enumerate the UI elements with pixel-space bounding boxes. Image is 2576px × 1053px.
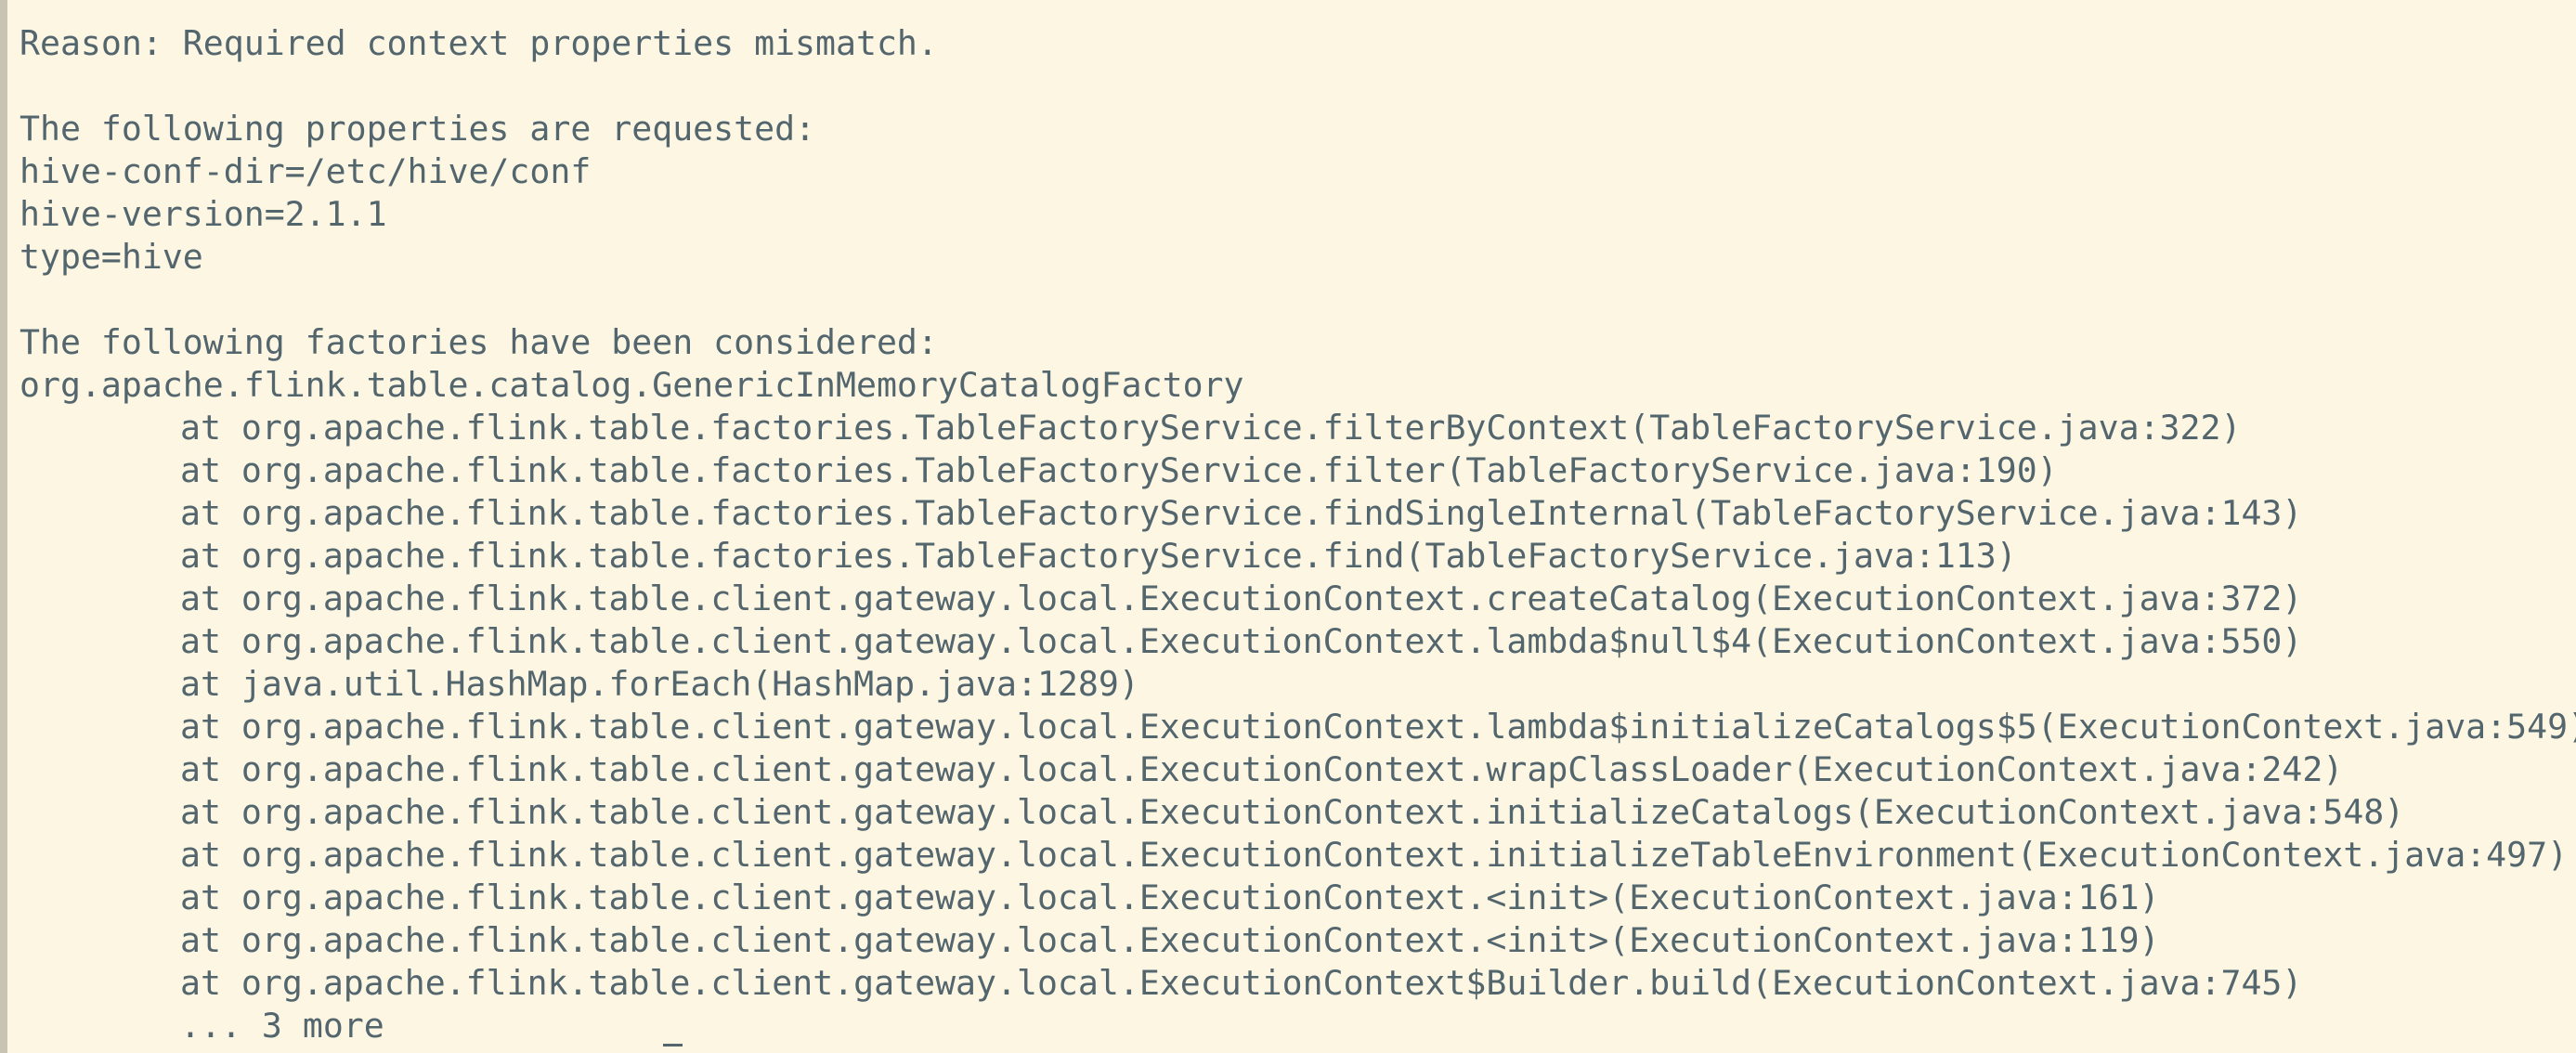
stack-frame: at org.apache.flink.table.client.gateway… [180, 621, 2303, 661]
property-line: hive-version=2.1.1 [20, 194, 387, 234]
terminal-output[interactable]: Reason: Required context properties mism… [0, 0, 2576, 1053]
factory-line: org.apache.flink.table.catalog.GenericIn… [20, 365, 1244, 405]
property-line: type=hive [20, 237, 203, 277]
stack-frame: at org.apache.flink.table.factories.Tabl… [180, 450, 2058, 490]
stack-frame: at java.util.HashMap.forEach(HashMap.jav… [180, 664, 1139, 704]
reason-line: Reason: Required context properties mism… [20, 23, 938, 63]
stack-frame: at org.apache.flink.table.client.gateway… [180, 749, 2344, 789]
stack-frame: at org.apache.flink.table.client.gateway… [180, 835, 2569, 875]
window-left-border [0, 0, 7, 1053]
stack-frame: at org.apache.flink.table.factories.Tabl… [180, 536, 2017, 576]
stack-frame: at org.apache.flink.table.client.gateway… [180, 963, 2303, 1003]
stack-frame: at org.apache.flink.table.factories.Tabl… [180, 408, 2242, 448]
factories-header: The following factories have been consid… [20, 322, 938, 362]
stack-frame: at org.apache.flink.table.client.gateway… [180, 578, 2303, 618]
more-frames-line: ... 3 more [180, 1006, 384, 1046]
property-line: hive-conf-dir=/etc/hive/conf [20, 151, 592, 191]
requested-properties-header: The following properties are requested: [20, 109, 816, 149]
text-cursor [663, 1044, 683, 1046]
stack-frame: at org.apache.flink.table.factories.Tabl… [180, 493, 2303, 533]
stack-frame: at org.apache.flink.table.client.gateway… [180, 920, 2160, 960]
stack-frame: at org.apache.flink.table.client.gateway… [180, 707, 2576, 747]
stack-frame: at org.apache.flink.table.client.gateway… [180, 792, 2405, 832]
stack-frame: at org.apache.flink.table.client.gateway… [180, 878, 2160, 917]
